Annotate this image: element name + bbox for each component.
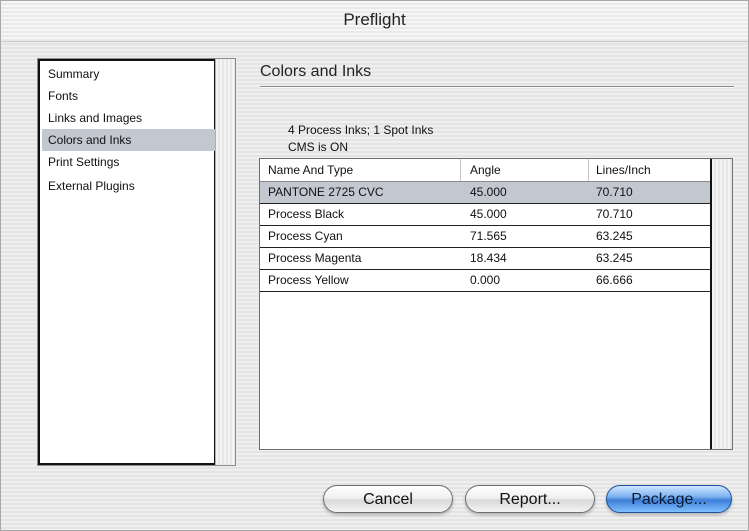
title-bar[interactable]: Preflight	[1, 1, 748, 42]
preflight-dialog: Preflight Summary Fonts Links and Images…	[0, 0, 749, 531]
ink-count-text: 4 Process Inks; 1 Spot Inks	[288, 123, 434, 137]
inks-table-scrollbar[interactable]	[712, 159, 732, 449]
ink-name: PANTONE 2725 CVC	[268, 185, 384, 199]
section-title: Colors and Inks	[260, 63, 372, 80]
sidebar-item-external-plugins[interactable]: External Plugins	[42, 175, 216, 197]
cancel-button[interactable]: Cancel	[323, 485, 453, 513]
table-row[interactable]: Process Yellow 0.000 66.666	[260, 270, 710, 292]
ink-name: Process Cyan	[268, 229, 343, 243]
table-row[interactable]: Process Cyan 71.565 63.245	[260, 226, 710, 248]
sidebar-item-fonts[interactable]: Fonts	[42, 85, 216, 107]
ink-angle: 0.000	[470, 273, 501, 287]
column-header-lines-per-inch[interactable]: Lines/Inch	[596, 159, 651, 181]
column-divider	[588, 159, 589, 181]
ink-lines-per-inch: 63.245	[596, 229, 633, 243]
table-row[interactable]: Process Magenta 18.434 63.245	[260, 248, 710, 270]
category-list: Summary Fonts Links and Images Colors an…	[37, 58, 236, 466]
report-button[interactable]: Report...	[465, 485, 595, 513]
ink-name: Process Magenta	[268, 251, 362, 265]
package-button[interactable]: Package...	[606, 485, 732, 513]
section-divider	[260, 86, 734, 88]
column-header-angle[interactable]: Angle	[470, 159, 501, 181]
ink-lines-per-inch: 66.666	[596, 273, 633, 287]
sidebar-item-colors-and-inks[interactable]: Colors and Inks	[42, 129, 216, 151]
column-divider	[460, 159, 461, 181]
sidebar-item-print-settings[interactable]: Print Settings	[42, 151, 216, 173]
ink-angle: 18.434	[470, 251, 507, 265]
category-list-body: Summary Fonts Links and Images Colors an…	[38, 59, 216, 465]
ink-angle: 45.000	[470, 185, 507, 199]
table-header: Name And Type Angle Lines/Inch	[260, 159, 710, 182]
ink-lines-per-inch: 63.245	[596, 251, 633, 265]
cms-status-text: CMS is ON	[288, 140, 348, 154]
ink-name: Process Black	[268, 207, 345, 221]
inks-table-body: Name And Type Angle Lines/Inch PANTONE 2…	[260, 159, 712, 449]
ink-angle: 45.000	[470, 207, 507, 221]
ink-angle: 71.565	[470, 229, 507, 243]
window-title: Preflight	[343, 10, 406, 29]
ink-name: Process Yellow	[268, 273, 349, 287]
ink-lines-per-inch: 70.710	[596, 185, 633, 199]
inks-table: Name And Type Angle Lines/Inch PANTONE 2…	[259, 158, 733, 450]
column-header-name-and-type[interactable]: Name And Type	[268, 159, 353, 181]
ink-lines-per-inch: 70.710	[596, 207, 633, 221]
sidebar-item-summary[interactable]: Summary	[42, 63, 216, 85]
table-row[interactable]: Process Black 45.000 70.710	[260, 204, 710, 226]
sidebar-item-links-and-images[interactable]: Links and Images	[42, 107, 216, 129]
table-row[interactable]: PANTONE 2725 CVC 45.000 70.710	[260, 182, 710, 204]
category-list-scrollbar[interactable]	[215, 59, 235, 465]
